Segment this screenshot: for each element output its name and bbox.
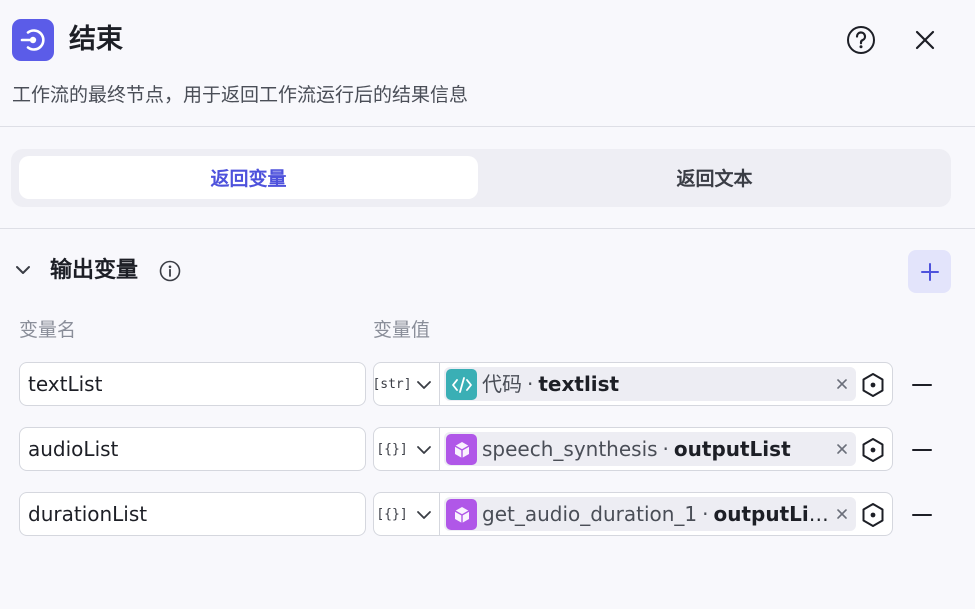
chevron-down-icon[interactable]: [413, 439, 435, 461]
type-array-string-icon[interactable]: [str]: [372, 372, 411, 396]
plugin-cube-icon: [446, 434, 477, 465]
variable-value-field: [str] 代码 · textlist: [372, 362, 893, 406]
clear-reference-icon[interactable]: [834, 506, 850, 522]
panel-title: 结束: [69, 24, 123, 55]
variable-value-field: [{}] get_audio_duration_1 · outputList: [373, 492, 893, 536]
reference-node-name: speech_synthesis: [482, 437, 658, 461]
section-title: 输出变量: [50, 258, 139, 283]
remove-variable-button[interactable]: [909, 437, 935, 463]
variable-name-input[interactable]: textList: [19, 362, 366, 406]
minus-icon: [912, 514, 932, 516]
close-icon[interactable]: [909, 24, 941, 56]
divider: [439, 428, 440, 470]
minus-icon: [912, 449, 932, 451]
plus-icon: [920, 262, 939, 281]
collapse-chevron-icon[interactable]: [12, 259, 34, 281]
clear-reference-icon[interactable]: [834, 376, 850, 392]
variable-name-input[interactable]: durationList: [19, 492, 366, 536]
variable-reference-chip[interactable]: get_audio_duration_1 · outputList: [444, 497, 856, 531]
reference-variable-name: outputList: [713, 502, 830, 526]
variable-settings-icon[interactable]: [860, 437, 886, 463]
reference-variable-name: textlist: [538, 372, 620, 396]
divider: [439, 493, 440, 535]
add-variable-button[interactable]: [908, 250, 951, 293]
help-icon[interactable]: [845, 24, 877, 56]
divider: [439, 363, 440, 405]
output-variable-row: textList [str] 代码 · textlist: [0, 362, 975, 406]
reference-text: speech_synthesis · outputList: [482, 432, 830, 466]
panel-header: 结束 工作流的最终节点，用于返回工作流运行后的结果信息: [0, 0, 975, 127]
variable-settings-icon[interactable]: [860, 372, 886, 398]
output-variable-row: durationList [{}] get_audio_duration_1 · o…: [0, 492, 975, 536]
variable-name-input[interactable]: audioList: [19, 427, 366, 471]
plugin-cube-icon: [446, 499, 477, 530]
reference-separator: ·: [662, 437, 669, 461]
tab-return-text[interactable]: 返回文本: [485, 156, 944, 199]
remove-variable-button[interactable]: [909, 372, 935, 398]
reference-text: 代码 · textlist: [482, 367, 830, 401]
type-array-object-icon[interactable]: [{}]: [376, 437, 407, 461]
column-header-name: 变量名: [19, 319, 77, 341]
reference-node-name: get_audio_duration_1: [482, 502, 698, 526]
minus-icon: [912, 384, 932, 386]
clear-reference-icon[interactable]: [834, 441, 850, 457]
output-variable-row: audioList [{}] speech_synthesis · outputLi…: [0, 427, 975, 471]
reference-variable-name: outputList: [673, 437, 791, 461]
chevron-down-icon[interactable]: [413, 504, 435, 526]
panel-description: 工作流的最终节点，用于返回工作流运行后的结果信息: [12, 84, 469, 106]
tab-return-variables[interactable]: 返回变量: [19, 156, 478, 199]
column-header-value: 变量值: [373, 319, 431, 341]
divider: [0, 228, 975, 229]
type-array-object-icon[interactable]: [{}]: [376, 502, 407, 526]
remove-variable-button[interactable]: [909, 502, 935, 528]
info-icon[interactable]: [158, 259, 182, 283]
variable-reference-chip[interactable]: 代码 · textlist: [444, 367, 856, 401]
code-icon: [446, 369, 477, 400]
reference-node-name: 代码: [482, 372, 522, 396]
variable-value-field: [{}] speech_synthesis · outputList: [373, 427, 893, 471]
end-node-panel: 结束 工作流的最终节点，用于返回工作流运行后的结果信息 返回变量 返回文本 输出…: [0, 0, 975, 609]
chevron-down-icon[interactable]: [413, 374, 435, 396]
return-mode-tabs: 返回变量 返回文本: [11, 149, 951, 207]
reference-separator: ·: [702, 502, 709, 526]
reference-separator: ·: [527, 372, 534, 396]
variable-settings-icon[interactable]: [860, 502, 886, 528]
end-node-logo-icon: [12, 19, 54, 61]
reference-text: get_audio_duration_1 · outputList: [482, 497, 830, 531]
variable-reference-chip[interactable]: speech_synthesis · outputList: [444, 432, 856, 466]
